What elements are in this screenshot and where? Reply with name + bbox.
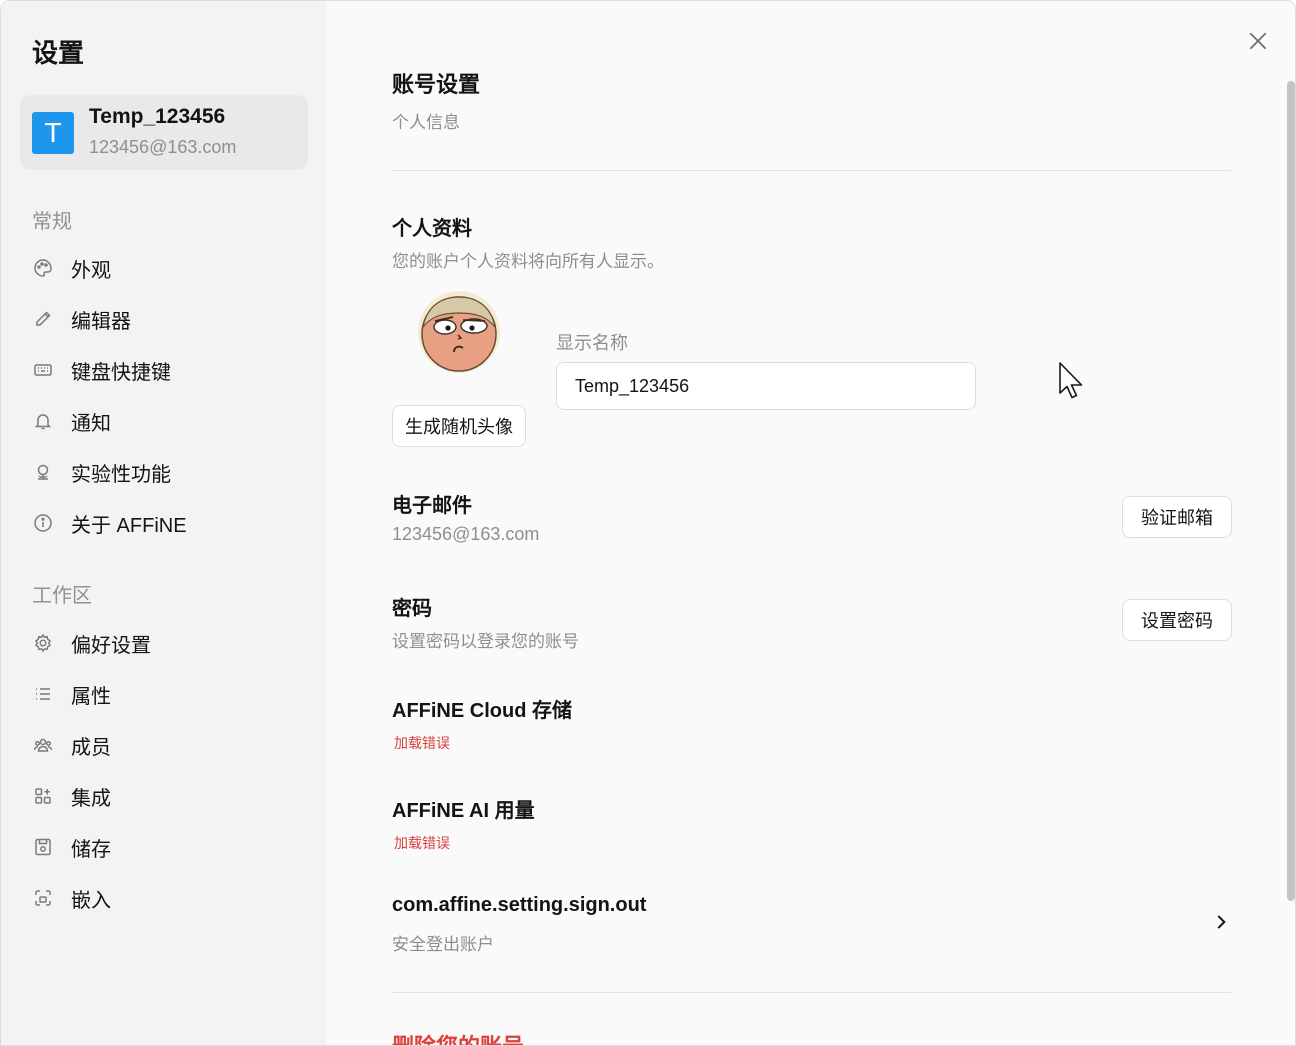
password-description: 设置密码以登录您的账号: [392, 632, 579, 651]
divider: [392, 992, 1231, 993]
settings-window: 设置 T Temp_123456 123456@163.com 常规 外观 编辑…: [0, 0, 1296, 1046]
display-name-label: 显示名称: [556, 333, 628, 353]
close-icon: [1249, 32, 1267, 50]
sidebar-item-label: 属性: [71, 685, 111, 708]
sidebar-item-integrations[interactable]: 集成: [32, 776, 312, 816]
gear-icon: [32, 632, 54, 654]
sign-out-title[interactable]: com.affine.setting.sign.out: [392, 894, 646, 917]
ai-usage-error: 加载错误: [394, 835, 450, 851]
close-button[interactable]: [1244, 27, 1272, 55]
members-icon: [32, 734, 54, 756]
chevron-right-icon[interactable]: [1210, 911, 1232, 933]
palette-icon: [32, 257, 54, 279]
mouse-pointer-icon: [1059, 362, 1083, 399]
sidebar-item-keyboard-shortcuts[interactable]: 键盘快捷键: [32, 350, 312, 390]
sidebar-item-about[interactable]: 关于 AFFiNE: [32, 503, 312, 543]
page-title: 账号设置: [392, 72, 481, 97]
page-subtitle: 个人信息: [392, 113, 460, 132]
sidebar-item-label: 偏好设置: [71, 634, 151, 657]
sidebar-item-notifications[interactable]: 通知: [32, 401, 312, 441]
pen-icon: [32, 308, 54, 330]
sidebar-item-label: 嵌入: [71, 889, 111, 912]
sidebar-item-label: 通知: [71, 412, 111, 435]
sidebar-title: 设置: [32, 38, 85, 68]
profile-description: 您的账户个人资料将向所有人显示。: [392, 252, 664, 271]
sidebar-item-label: 储存: [71, 838, 111, 861]
settings-sidebar: 设置 T Temp_123456 123456@163.com 常规 外观 编辑…: [1, 1, 326, 1045]
account-name: Temp_123456: [89, 105, 226, 128]
sidebar-item-experimental[interactable]: 实验性功能: [32, 452, 312, 492]
section-label-general: 常规: [32, 211, 72, 233]
sidebar-item-storage[interactable]: 储存: [32, 827, 312, 867]
sidebar-item-appearance[interactable]: 外观: [32, 248, 312, 288]
keyboard-icon: [32, 359, 54, 381]
account-email: 123456@163.com: [89, 137, 237, 157]
settings-main: 账号设置 个人信息 个人资料 您的账户个人资料将向所有人显示。 生成随机头像 显…: [326, 1, 1295, 1045]
delete-account-title[interactable]: 删除您的账号: [392, 1029, 524, 1045]
cloud-storage-title: AFFiNE Cloud 存储: [392, 700, 572, 722]
bell-icon: [32, 410, 54, 432]
section-label-workspace: 工作区: [32, 585, 92, 607]
profile-title: 个人资料: [392, 218, 472, 240]
integration-icon: [32, 785, 54, 807]
sidebar-item-label: 编辑器: [71, 310, 131, 333]
ai-usage-title: AFFiNE AI 用量: [392, 800, 535, 822]
set-password-button[interactable]: 设置密码: [1122, 599, 1232, 641]
divider: [392, 170, 1231, 171]
avatar: T: [32, 112, 74, 154]
sidebar-item-properties[interactable]: 属性: [32, 674, 312, 714]
avatar-face-icon: [418, 291, 500, 373]
experiment-icon: [32, 461, 54, 483]
storage-icon: [32, 836, 54, 858]
email-title: 电子邮件: [392, 495, 472, 517]
sidebar-item-label: 键盘快捷键: [71, 361, 171, 384]
sidebar-item-label: 关于 AFFiNE: [71, 514, 187, 537]
verify-email-button[interactable]: 验证邮箱: [1122, 496, 1232, 538]
sidebar-item-label: 外观: [71, 259, 111, 282]
sign-out-description: 安全登出账户: [392, 935, 494, 954]
sidebar-item-label: 集成: [71, 787, 111, 810]
cloud-storage-error: 加载错误: [394, 735, 450, 751]
sidebar-item-embed[interactable]: 嵌入: [32, 878, 312, 918]
scrollbar[interactable]: [1287, 81, 1295, 901]
profile-avatar[interactable]: [418, 291, 500, 373]
embed-icon: [32, 887, 54, 909]
password-title: 密码: [392, 598, 432, 620]
random-avatar-button[interactable]: 生成随机头像: [392, 405, 526, 447]
sidebar-item-label: 成员: [71, 736, 111, 759]
sidebar-item-members[interactable]: 成员: [32, 725, 312, 765]
sidebar-item-editor[interactable]: 编辑器: [32, 299, 312, 339]
list-icon: [32, 683, 54, 705]
email-value: 123456@163.com: [392, 524, 540, 544]
display-name-input[interactable]: [556, 362, 976, 410]
sidebar-item-preferences[interactable]: 偏好设置: [32, 623, 312, 663]
info-icon: [32, 512, 54, 534]
sidebar-item-label: 实验性功能: [71, 463, 171, 486]
account-card[interactable]: T Temp_123456 123456@163.com: [20, 95, 308, 170]
